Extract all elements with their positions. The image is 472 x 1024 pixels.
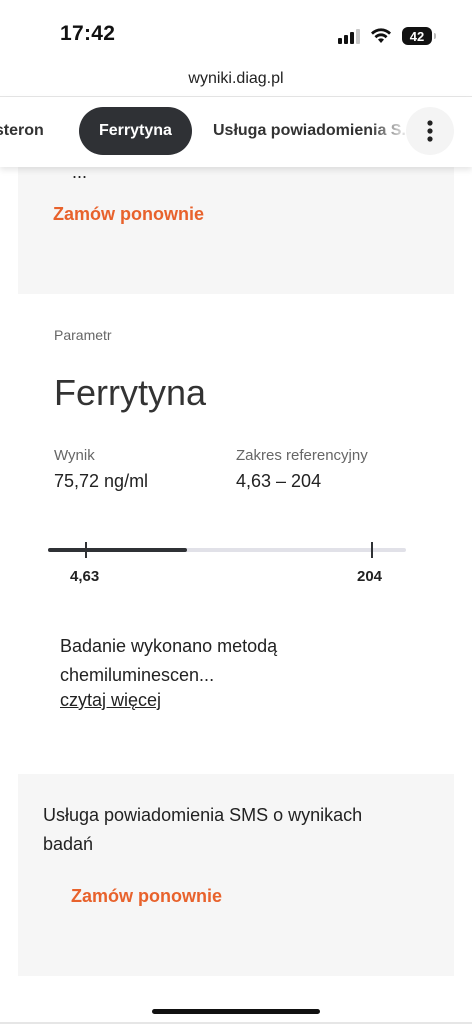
reference-range-label: Zakres referencyjny [236, 447, 368, 464]
range-max-label: 204 [357, 568, 383, 585]
parameter-tabs: esteron Ferrytyna Usługa powiadomienia S… [0, 97, 472, 167]
status-bar: 17:42 42 [0, 0, 472, 62]
parameter-name: Ferrytyna [54, 372, 207, 413]
method-description: Badanie wykonano metodą chemiluminescen.… [60, 636, 278, 685]
home-indicator[interactable] [152, 1009, 320, 1014]
range-min-label: 4,63 [70, 568, 100, 585]
sms-service-text: Usługa powiadomienia SMS o wynikach bada… [43, 805, 363, 854]
wifi-icon [371, 28, 391, 43]
reference-range-value: 4,63 – 204 [236, 471, 322, 491]
result-value: 75,72 ng/ml [54, 471, 149, 491]
tab-ferrytyna[interactable]: Ferrytyna [79, 107, 192, 155]
result-label: Wynik [54, 447, 95, 464]
range-min-tick [85, 542, 87, 558]
parameter-label: Parametr [54, 327, 112, 343]
range-max-tick [371, 542, 373, 558]
url-text: wyniki.diag.pl [188, 70, 284, 87]
more-options-button[interactable] [406, 107, 454, 155]
status-icons: 42 [338, 26, 436, 46]
more-vertical-icon [427, 120, 433, 142]
read-more-link[interactable]: czytaj więcej [60, 690, 161, 711]
cellular-signal-icon [338, 28, 360, 44]
status-time: 17:42 [60, 22, 116, 45]
order-again-link-top[interactable]: Zamów ponownie [53, 204, 204, 225]
battery-icon: 42 [402, 27, 436, 45]
range-bar-fill [48, 548, 187, 552]
tab-progesteron[interactable]: esteron [0, 107, 44, 155]
range-bar [48, 542, 406, 558]
order-again-link[interactable]: Zamów ponownie [71, 886, 222, 907]
url-bar[interactable]: wyniki.diag.pl [0, 62, 472, 97]
tab-fade [370, 97, 410, 167]
